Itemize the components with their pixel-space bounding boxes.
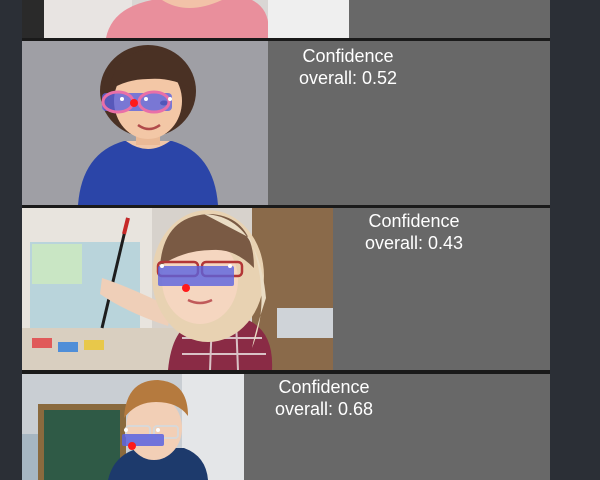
result-photo [22,0,349,38]
confidence-readout: Confidence overall: 0.43 [344,210,484,254]
confidence-label: Confidence [278,377,370,397]
result-card: Confidence overall: 0.68 [22,374,550,480]
confidence-readout: Confidence overall: 0.68 [254,376,394,420]
result-card: Confidence overall: 0.52 [22,41,550,205]
confidence-label: Confidence [368,211,460,231]
result-photo [22,41,268,205]
confidence-value: overall: 0.43 [364,233,464,253]
results-feed[interactable]: Confidence overall: 0.52 Confidence over… [22,0,550,480]
result-card: Confidence overall: 0.43 [22,208,550,370]
confidence-label: Confidence [302,46,394,66]
result-card-partial [22,0,550,38]
confidence-value: overall: 0.52 [298,68,398,88]
confidence-readout: Confidence overall: 0.52 [278,45,418,89]
result-photo [22,208,333,370]
result-photo [22,374,244,480]
confidence-value: overall: 0.68 [274,399,374,419]
